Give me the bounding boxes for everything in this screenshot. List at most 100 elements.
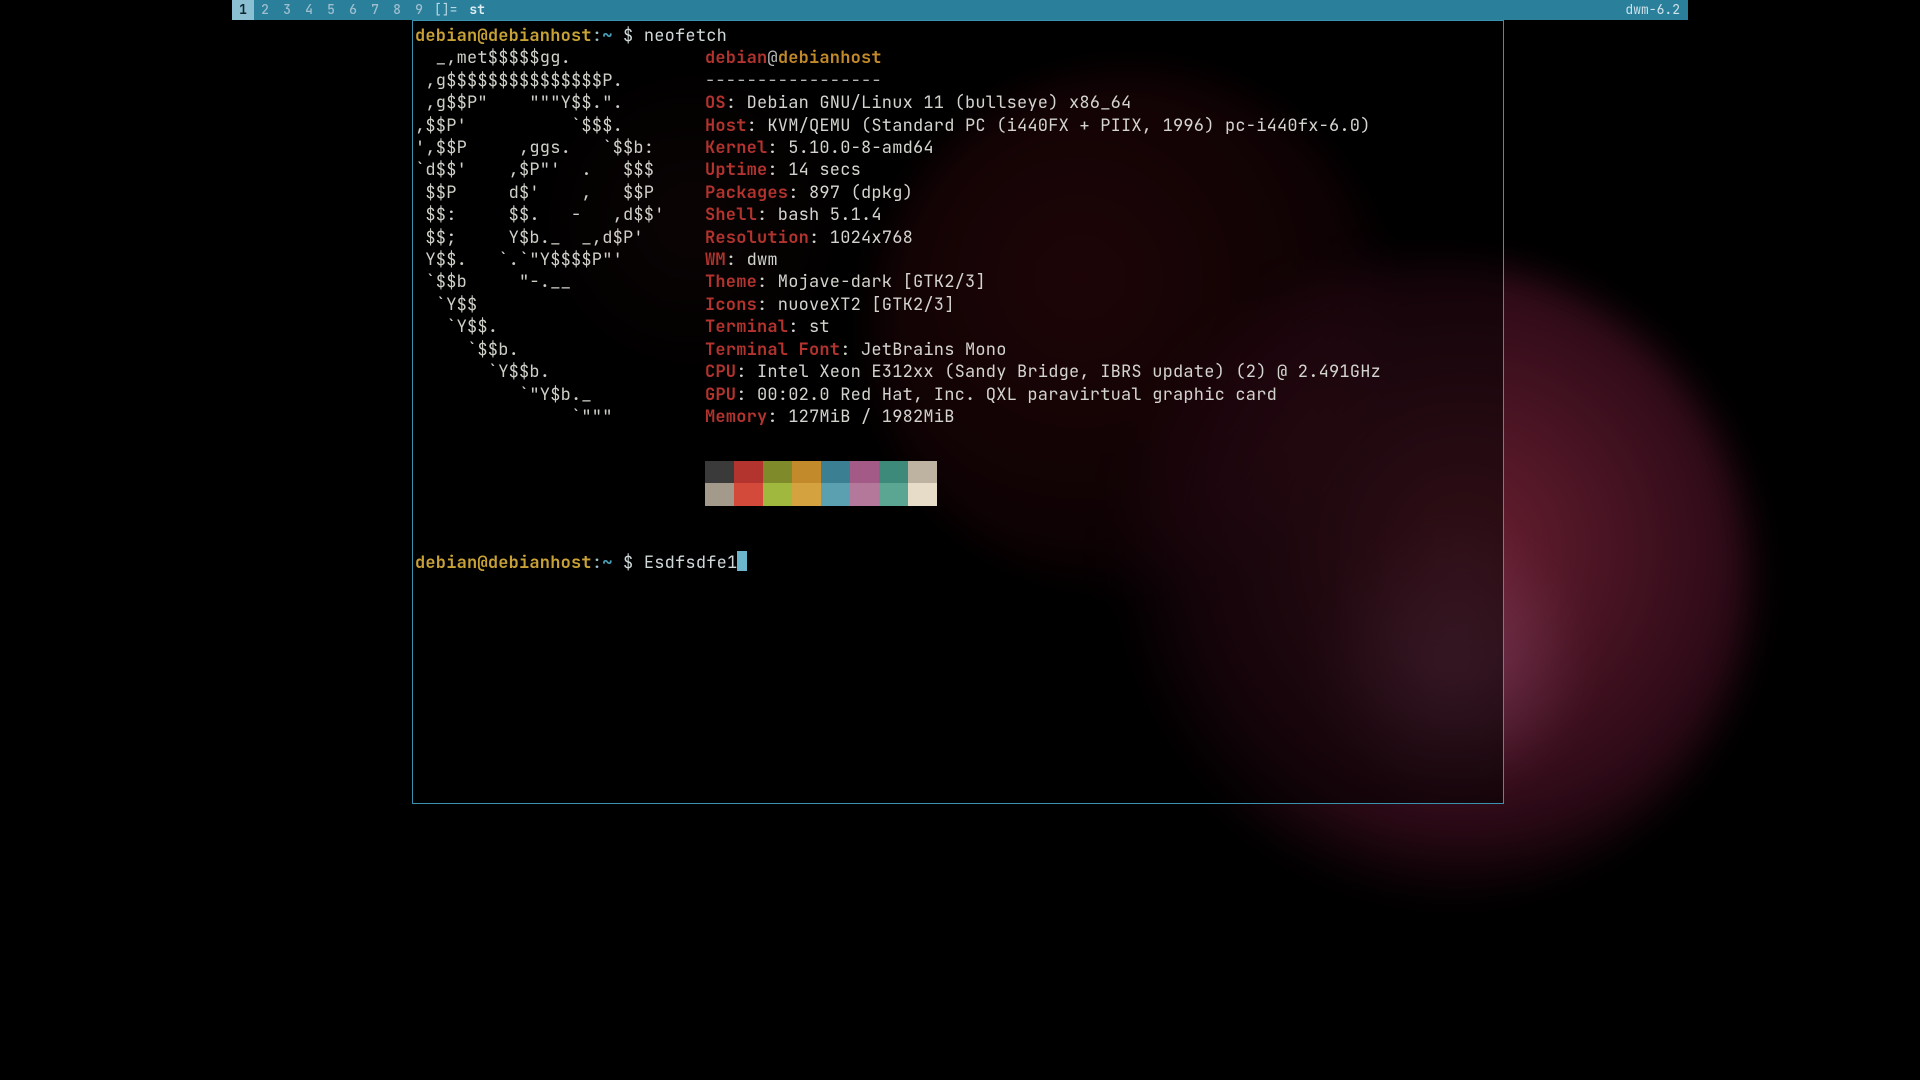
neofetch-value: : nuoveXT2 [GTK2/3] <box>757 294 955 316</box>
command-input[interactable]: Esdfsdfe1 <box>644 552 738 574</box>
ascii-logo-line: `Y$$ <box>415 294 705 316</box>
prompt-sep: : <box>592 552 602 574</box>
screen-root: 123456789 []= st dwm-6.2 debian@debianho… <box>232 0 1688 818</box>
neofetch-key-resolution: Resolution <box>705 227 809 249</box>
tag-7[interactable]: 7 <box>364 0 386 20</box>
neofetch-key-cpu: CPU <box>705 361 736 383</box>
terminal-content[interactable]: debian@debianhost:~ $ neofetch _,met$$$$… <box>413 25 1503 574</box>
neofetch-key-host: Host <box>705 115 747 137</box>
color-swatch-1-6 <box>879 483 908 506</box>
neofetch-value: : 5.10.0-8-amd64 <box>767 137 933 159</box>
ascii-logo-line: ',$$P ,ggs. `$$b: <box>415 137 705 159</box>
window-title: st <box>461 0 493 20</box>
neofetch-value: : bash 5.1.4 <box>757 204 882 226</box>
tag-5[interactable]: 5 <box>320 0 342 20</box>
ascii-logo-line: `""" <box>415 406 705 428</box>
tag-1[interactable]: 1 <box>232 0 254 20</box>
neofetch-at: @ <box>767 47 777 69</box>
neofetch-key-wm: WM <box>705 249 726 271</box>
ascii-logo-line: $$P d$' , $$P <box>415 182 705 204</box>
neofetch-value: : JetBrains Mono <box>840 339 1006 361</box>
tag-4[interactable]: 4 <box>298 0 320 20</box>
prompt-dollar: $ <box>613 25 644 47</box>
neofetch-host: debianhost <box>778 47 882 69</box>
color-swatch-0-1 <box>734 461 763 484</box>
command-text: neofetch <box>644 25 727 47</box>
tag-3[interactable]: 3 <box>276 0 298 20</box>
neofetch-key-shell: Shell <box>705 204 757 226</box>
ascii-logo-line: `$$b. <box>415 339 705 361</box>
ascii-logo-line: `Y$$. <box>415 316 705 338</box>
terminal-window[interactable]: debian@debianhost:~ $ neofetch _,met$$$$… <box>412 20 1504 804</box>
neofetch-key-terminal: Terminal <box>705 316 788 338</box>
color-swatch-0-7 <box>908 461 937 484</box>
tag-6[interactable]: 6 <box>342 0 364 20</box>
prompt-user: debian <box>415 552 477 574</box>
neofetch-key-os: OS <box>705 92 726 114</box>
neofetch-value: : dwm <box>726 249 778 271</box>
prompt-path: ~ <box>602 552 612 574</box>
color-swatch-0-4 <box>821 461 850 484</box>
dwm-bar: 123456789 []= st dwm-6.2 <box>232 0 1688 20</box>
neofetch-key-packages: Packages <box>705 182 788 204</box>
neofetch-value: : 00:02.0 Red Hat, Inc. QXL paravirtual … <box>736 384 1277 406</box>
prompt-path: ~ <box>602 25 612 47</box>
prompt-dollar: $ <box>613 552 644 574</box>
neofetch-key-icons: Icons <box>705 294 757 316</box>
neofetch-key-gpu: GPU <box>705 384 736 406</box>
color-swatch-0-2 <box>763 461 792 484</box>
tag-9[interactable]: 9 <box>408 0 430 20</box>
neofetch-key-kernel: Kernel <box>705 137 767 159</box>
ascii-logo-line: `"Y$b._ <box>415 384 705 406</box>
neofetch-key-uptime: Uptime <box>705 159 767 181</box>
tag-8[interactable]: 8 <box>386 0 408 20</box>
neofetch-key-terminal-font: Terminal Font <box>705 339 840 361</box>
color-swatch-0-0 <box>705 461 734 484</box>
ascii-logo-line: ,g$$$$$$$$$$$$$$$P. <box>415 70 705 92</box>
layout-symbol[interactable]: []= <box>430 0 461 20</box>
prompt-host: debianhost <box>488 552 592 574</box>
ascii-logo-line: $$; Y$b._ _,d$P' <box>415 227 705 249</box>
neofetch-key-memory: Memory <box>705 406 767 428</box>
ascii-logo-line: ,$$P' `$$$. <box>415 115 705 137</box>
neofetch-value: : 1024x768 <box>809 227 913 249</box>
color-swatch-1-7 <box>908 483 937 506</box>
prompt-at: @ <box>477 552 487 574</box>
neofetch-user: debian <box>705 47 767 69</box>
color-swatch-1-0 <box>705 483 734 506</box>
color-swatch-1-3 <box>792 483 821 506</box>
neofetch-value: : st <box>788 316 830 338</box>
neofetch-value: : 127MiB / 1982MiB <box>767 406 954 428</box>
color-swatch-1-1 <box>734 483 763 506</box>
neofetch-key-theme: Theme <box>705 271 757 293</box>
neofetch-value: : KVM/QEMU (Standard PC (i440FX + PIIX, … <box>747 115 1371 137</box>
neofetch-value: : 14 secs <box>767 159 861 181</box>
color-swatch-0-3 <box>792 461 821 484</box>
prompt-host: debianhost <box>488 25 592 47</box>
color-swatch-1-5 <box>850 483 879 506</box>
neofetch-value: : Mojave-dark [GTK2/3] <box>757 271 986 293</box>
blank-line <box>415 428 1501 450</box>
ascii-logo-line: _,met$$$$$gg. <box>415 47 705 69</box>
prompt-user: debian <box>415 25 477 47</box>
neofetch-value: : Debian GNU/Linux 11 (bullseye) x86_64 <box>726 92 1132 114</box>
blank-line <box>415 528 1501 550</box>
status-text: dwm-6.2 <box>1617 0 1688 20</box>
prompt-sep: : <box>592 25 602 47</box>
neofetch-value: : Intel Xeon E312xx (Sandy Bridge, IBRS … <box>736 361 1381 383</box>
ascii-logo-line: `d$$' ,$P"' . $$$ <box>415 159 705 181</box>
neofetch-separator: ----------------- <box>705 70 882 92</box>
ascii-logo-line: `$$b "-.__ <box>415 271 705 293</box>
ascii-logo-line: Y$$. `.`"Y$$$$P"' <box>415 249 705 271</box>
color-swatches <box>705 461 1501 506</box>
color-swatch-1-4 <box>821 483 850 506</box>
color-swatch-1-2 <box>763 483 792 506</box>
color-swatch-0-6 <box>879 461 908 484</box>
neofetch-value: : 897 (dpkg) <box>788 182 913 204</box>
tag-list: 123456789 <box>232 0 430 20</box>
ascii-logo-line: ,g$$P" """Y$$.". <box>415 92 705 114</box>
prompt-at: @ <box>477 25 487 47</box>
cursor <box>737 551 747 571</box>
tag-2[interactable]: 2 <box>254 0 276 20</box>
ascii-logo-line: `Y$$b. <box>415 361 705 383</box>
